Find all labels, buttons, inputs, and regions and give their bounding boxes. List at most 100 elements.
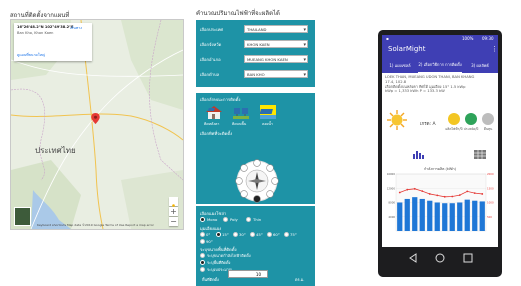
battery-level: 100% (462, 36, 474, 41)
y2-tick-label: 1500 (487, 186, 494, 190)
subdistrict-select[interactable]: BAN KHO (244, 70, 308, 79)
y-tick-label: 4000 (388, 215, 395, 219)
angle-60-radio[interactable] (267, 232, 272, 237)
size-power-radio[interactable] (200, 253, 205, 258)
chart-y2-axis: 2000 1500 1000 500 (487, 172, 494, 219)
thin-label: Thin (253, 217, 262, 222)
angle-90-radio[interactable] (200, 239, 205, 244)
chart-bar (397, 202, 403, 231)
size-budget-radio[interactable] (200, 267, 205, 272)
district-row: เลือกอำเภอ MUEANG KHON KAEN (200, 55, 312, 64)
payback-icon[interactable] (482, 113, 494, 125)
rooftop-icon[interactable] (206, 105, 222, 119)
province-row: เลือกจังหวัด KHON KAEN (200, 40, 312, 49)
zoom-in-button[interactable]: + (169, 207, 178, 216)
chart-bar (457, 202, 463, 231)
angle-30-radio[interactable] (233, 232, 238, 237)
floating-icon[interactable] (260, 105, 276, 119)
summary-line-4: kWp = 1,333 kWh P = 133.3 kW (385, 89, 445, 94)
angle-75-radio[interactable] (284, 232, 289, 237)
compass-direction-picker[interactable] (214, 158, 300, 204)
chart-bar (412, 197, 418, 231)
y2-tick-label: 1000 (487, 201, 494, 205)
country-row: เลือกประเทศ THAILAND (200, 25, 312, 34)
poly-radio[interactable] (223, 217, 228, 222)
grade-label: เกรด: A (420, 122, 436, 127)
country-label: เลือกประเทศ (200, 27, 224, 32)
province-label: เลือกจังหวัด (200, 42, 222, 47)
chart-point (451, 195, 454, 198)
zoom-out-button[interactable]: − (169, 217, 178, 226)
chart-point (443, 195, 446, 198)
chart-point (421, 190, 424, 192)
size-area-radio[interactable] (200, 260, 205, 265)
chart-point (413, 187, 416, 190)
chart-point (473, 192, 476, 194)
angle-60-label: 60° (273, 232, 280, 237)
savings-icon[interactable] (465, 113, 477, 125)
map-view[interactable]: 16°26'48.2"N 102°49'38.2"E Ban Kho, Khon… (10, 19, 184, 230)
tab-results[interactable]: 3) ผลลัพธ์ (462, 57, 498, 73)
angle-45-radio[interactable] (250, 232, 255, 237)
mono-radio[interactable] (200, 217, 205, 222)
subdistrict-label: เลือกตำบล (200, 72, 220, 77)
app-title: SolarMight (388, 45, 426, 53)
recent-apps-icon[interactable] (463, 253, 473, 263)
android-nav-bar (409, 253, 473, 263)
location-select-box: เลือกประเทศ THAILAND เลือกจังหวัด KHON K… (196, 20, 315, 87)
rooftop-caption: ติดหลังคา (204, 122, 220, 126)
thin-radio[interactable] (246, 217, 251, 222)
summary-text: LOEK THAN, MUEANG UDON THANI, BAN KHANG … (385, 75, 496, 94)
chart-bar (449, 203, 455, 231)
table-view-icon[interactable] (474, 150, 486, 159)
chart-bar (404, 198, 410, 231)
direction-header: เลือกทิศที่จะติดตั้ง (200, 131, 233, 136)
chart-bar (434, 202, 440, 231)
install-type-header: เลือกลักษณะการติดตั้ง (200, 97, 241, 102)
status-time: 09:30 (482, 36, 494, 41)
subdistrict-row: เลือกตำบล BAN KHO (200, 70, 312, 79)
home-icon[interactable] (435, 253, 445, 263)
floating-caption: ลอยน้ำ (262, 122, 273, 126)
bar-chart-icon[interactable] (412, 150, 424, 159)
directions-link[interactable]: เส้นทาง (70, 26, 82, 31)
larger-map-link[interactable]: ดูแผนที่ขนาดใหญ่ (17, 53, 45, 58)
ground-caption: ติดบนพื้น (232, 122, 247, 126)
size-header: ระบุขนาดพื้นที่ติดตั้ง (200, 247, 237, 252)
tab-panel[interactable]: 1) แผงเซลล์ (382, 57, 418, 73)
map-attribution: Keyboard shortcuts Map data ©2019 Google… (37, 223, 154, 227)
province-select[interactable]: KHON KAEN (244, 40, 308, 49)
energy-icon[interactable] (448, 113, 460, 125)
chart-point (458, 194, 461, 196)
angle-30-label: 30° (239, 232, 246, 237)
kebab-menu-icon[interactable]: ⋮ (491, 45, 498, 53)
y-tick-label: 12000 (387, 186, 396, 190)
chart-point (466, 190, 469, 193)
angle-0-radio[interactable] (200, 232, 205, 237)
ground-mount-icon[interactable] (233, 105, 249, 119)
satellite-toggle[interactable] (14, 207, 31, 226)
country-label: ประเทศไทย (35, 146, 76, 155)
location-pin-icon[interactable] (91, 113, 100, 124)
tab-install-method[interactable]: 2) เลือกวิธีการ การติดตั้ง (418, 57, 462, 73)
panel-type-header: เลือกแผงโซล่า (200, 211, 227, 216)
district-select[interactable]: MUEANG KHON KAEN (244, 55, 308, 64)
phone-screen: ▪ 100% 09:30 SolarMight ⋮ 1) แผงเซลล์ 2)… (382, 35, 498, 247)
settings-title: คำนวณปริมาณไฟฟ้าที่จะผลิตได้ (196, 10, 280, 17)
y2-tick-label: 500 (487, 215, 492, 219)
country-select[interactable]: THAILAND (244, 25, 308, 34)
angle-15-radio[interactable] (216, 232, 221, 237)
notification-icon: ▪ (386, 36, 389, 41)
settings-panel: คำนวณปริมาณไฟฟ้าที่จะผลิตได้ เลือกประเทศ… (196, 8, 316, 286)
y-tick-label: 8000 (388, 201, 395, 205)
area-input[interactable]: 10 (228, 270, 268, 278)
poly-label: Poly (230, 217, 238, 222)
angle-75-label: 75° (290, 232, 297, 237)
mono-label: Mono (207, 217, 218, 222)
chart-bar (427, 200, 433, 231)
map-info-card: 16°26'48.2"N 102°49'38.2"E Ban Kho, Khon… (14, 23, 92, 61)
chart-y-axis: 16000 12000 8000 4000 (387, 172, 396, 219)
street-view-pegman-icon[interactable] (169, 197, 178, 211)
chart-bar (479, 201, 485, 231)
back-icon[interactable] (409, 253, 417, 263)
